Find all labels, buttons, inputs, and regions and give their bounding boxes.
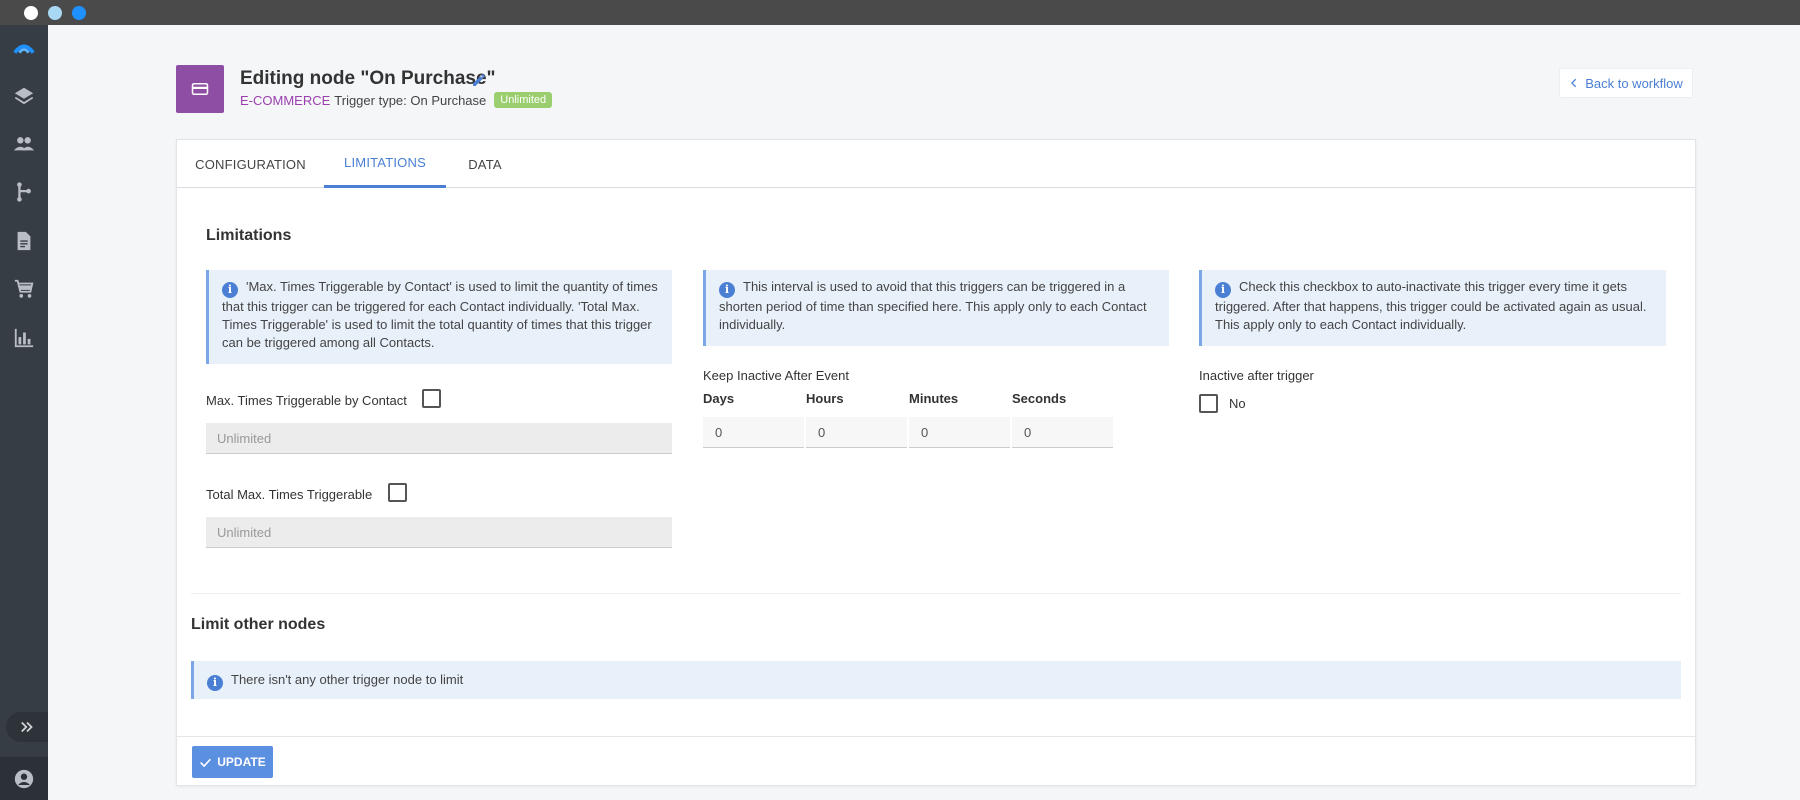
tab-bar: CONFIGURATION LIMITATIONS DATA [177, 140, 1695, 188]
info-icon: i [719, 282, 735, 298]
footer-divider [177, 736, 1695, 737]
minutes-label: Minutes [909, 391, 959, 406]
limit-other-nodes-title: Limit other nodes [191, 616, 326, 633]
cart-icon[interactable] [12, 277, 36, 301]
total-max-label: Total Max. Times Triggerable [206, 487, 373, 502]
seconds-label: Seconds [1012, 391, 1067, 406]
update-label: UPDATE [217, 755, 266, 769]
info-text: Check this checkbox to auto-inactivate t… [1215, 279, 1647, 332]
hours-label: Hours [806, 391, 844, 406]
info-icon: i [222, 282, 238, 298]
trigger-type: Trigger type: On Purchase [334, 92, 487, 108]
info-text: This interval is used to avoid that this… [719, 279, 1147, 332]
info-text: 'Max. Times Triggerable by Contact' is u… [222, 279, 658, 350]
editor-card: CONFIGURATION LIMITATIONS DATA Limitatio… [176, 139, 1696, 786]
page-title: Editing node "On Purchase" [240, 68, 496, 89]
days-input[interactable]: 0 [703, 417, 804, 448]
window-close-button[interactable] [24, 6, 38, 20]
hours-input[interactable]: 0 [806, 417, 907, 448]
node-subtitle: E-COMMERCE Trigger type: On Purchase Unl… [240, 92, 553, 108]
sidebar [0, 25, 48, 800]
info-text: There isn't any other trigger node to li… [231, 672, 464, 687]
inactive-after-trigger-label: Inactive after trigger [1199, 368, 1314, 383]
node-category: E-COMMERCE [240, 92, 331, 108]
total-max-input[interactable]: Unlimited [206, 517, 672, 548]
info-icon: i [1215, 282, 1231, 298]
user-icon [14, 769, 34, 788]
status-badge: Unlimited [494, 92, 553, 108]
section-divider [191, 593, 1681, 594]
check-icon [200, 758, 212, 767]
days-label: Days [703, 391, 735, 406]
node-type-badge [176, 65, 224, 113]
document-icon[interactable] [12, 229, 36, 253]
info-box-inactive: i Check this checkbox to auto-inactivate … [1199, 270, 1666, 346]
info-box-interval: i This interval is used to avoid that thi… [703, 270, 1169, 346]
chart-icon[interactable] [12, 326, 36, 350]
logo-icon[interactable] [12, 37, 36, 61]
minutes-input[interactable]: 0 [909, 417, 1010, 448]
layers-icon[interactable] [12, 84, 36, 108]
info-box-other-nodes: i There isn't any other trigger node to l… [191, 661, 1681, 699]
pencil-icon[interactable] [471, 72, 487, 88]
limitations-title: Limitations [206, 227, 292, 244]
info-box-max-times: i 'Max. Times Triggerable by Contact' is … [206, 270, 672, 364]
expand-sidebar-button[interactable] [6, 712, 48, 742]
update-button[interactable]: UPDATE [192, 746, 273, 778]
tab-data[interactable]: DATA [446, 140, 524, 188]
window-titlebar [0, 0, 1800, 25]
workflow-icon[interactable] [12, 180, 36, 204]
tab-limitations[interactable]: LIMITATIONS [324, 140, 446, 188]
seconds-input[interactable]: 0 [1012, 417, 1113, 448]
window-minimize-button[interactable] [48, 6, 62, 20]
inactive-after-trigger-value: No [1229, 396, 1246, 411]
window-maximize-button[interactable] [72, 6, 86, 20]
expand-icon [21, 721, 33, 733]
contacts-icon[interactable] [12, 132, 36, 156]
max-by-contact-label: Max. Times Triggerable by Contact [206, 393, 407, 408]
chevron-left-icon [1571, 78, 1577, 88]
max-by-contact-input[interactable]: Unlimited [206, 423, 672, 454]
back-to-workflow-label: Back to workflow [1585, 75, 1683, 91]
max-by-contact-checkbox[interactable] [422, 389, 441, 408]
back-to-workflow-button[interactable]: Back to workflow [1559, 68, 1693, 98]
user-menu-button[interactable] [0, 757, 48, 800]
total-max-checkbox[interactable] [388, 483, 407, 502]
tab-configuration[interactable]: CONFIGURATION [177, 140, 324, 188]
inactive-after-trigger-checkbox[interactable] [1199, 394, 1218, 413]
keep-inactive-label: Keep Inactive After Event [703, 368, 849, 383]
credit-card-icon [191, 83, 209, 95]
info-icon: i [207, 675, 223, 691]
